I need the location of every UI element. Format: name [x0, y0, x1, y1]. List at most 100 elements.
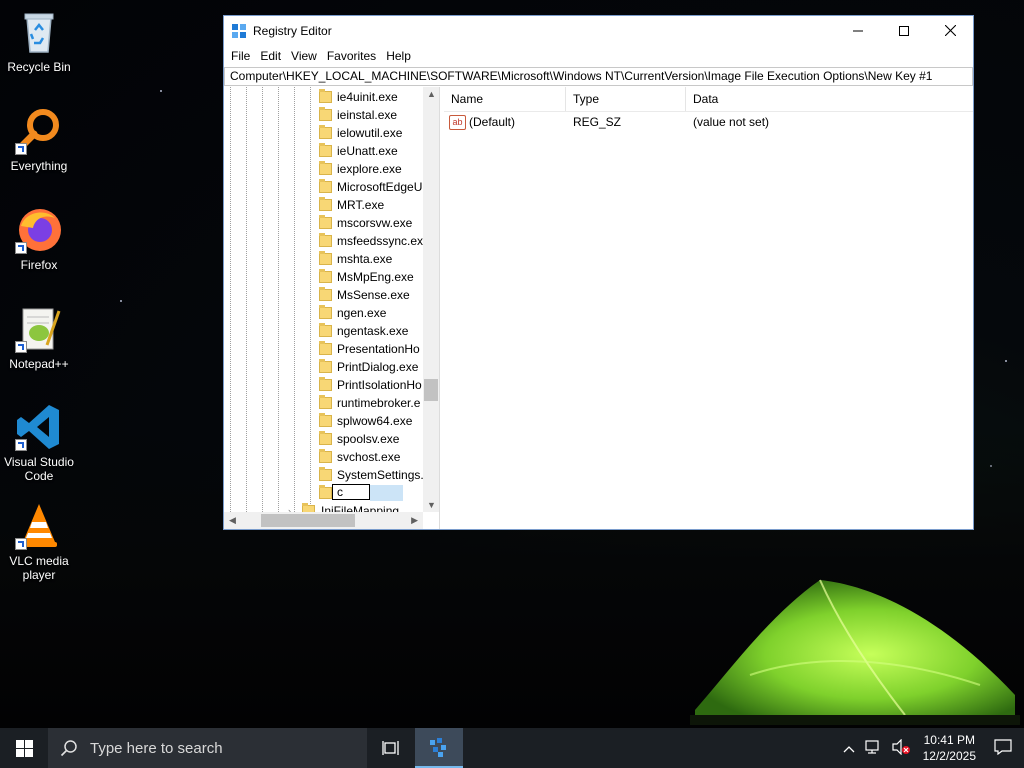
key-tree-pane: ie4uinit.exe ieinstal.exe ielowutil.exe …	[224, 87, 440, 529]
star	[1005, 360, 1007, 362]
menu-file[interactable]: File	[226, 49, 255, 63]
scroll-down-icon[interactable]: ▼	[427, 500, 436, 510]
folder-icon	[319, 107, 332, 121]
minimize-button[interactable]	[835, 16, 881, 45]
values-pane: Name Type Data ab (Default) REG_SZ (valu…	[444, 87, 973, 529]
notifications-button[interactable]	[984, 738, 1024, 758]
tree-item[interactable]: MsMpEng.exe	[224, 268, 423, 286]
desktop-icon-notepad-plus-plus[interactable]: Notepad++	[2, 305, 76, 371]
tree-item[interactable]: MsSense.exe	[224, 286, 423, 304]
taskbar-regedit-button[interactable]	[415, 728, 463, 768]
folder-icon	[319, 341, 332, 355]
desktop-icon-recycle-bin[interactable]: Recycle Bin	[2, 8, 76, 74]
tree-horizontal-scrollbar[interactable]: ◀ ▶	[224, 512, 423, 529]
desktop-icon-vlc[interactable]: VLC media player	[2, 502, 76, 582]
tree-item[interactable]: ielowutil.exe	[224, 124, 423, 142]
close-button[interactable]	[927, 16, 973, 45]
minimize-icon	[853, 30, 863, 31]
tree-item[interactable]: PresentationHo	[224, 340, 423, 358]
scroll-thumb[interactable]	[261, 514, 355, 527]
scroll-up-icon[interactable]: ▲	[427, 89, 436, 99]
column-header-name[interactable]: Name	[444, 87, 566, 111]
tree-item[interactable]: runtimebroker.e	[224, 394, 423, 412]
tree-item[interactable]: PrintDialog.exe	[224, 358, 423, 376]
folder-icon	[319, 143, 332, 157]
tree-item[interactable]: MicrosoftEdgeU	[224, 178, 423, 196]
menu-bar: File Edit View Favorites Help	[224, 45, 973, 66]
maximize-button[interactable]	[881, 16, 927, 45]
star	[160, 90, 162, 92]
menu-view[interactable]: View	[286, 49, 322, 63]
task-view-button[interactable]	[367, 728, 415, 768]
regedit-app-icon	[232, 23, 246, 38]
value-row[interactable]: ab (Default) REG_SZ (value not set)	[444, 112, 973, 132]
volume-muted-icon[interactable]	[887, 738, 915, 758]
folder-icon	[319, 359, 332, 373]
folder-icon	[319, 485, 332, 499]
tree-item-label: msfeedssync.ex	[337, 234, 423, 248]
tree-item[interactable]: ngentask.exe	[224, 322, 423, 340]
tree-item[interactable]: PrintIsolationHo	[224, 376, 423, 394]
tree-item[interactable]: › IniFileMapping	[224, 502, 423, 512]
chevron-up-icon[interactable]	[837, 741, 861, 756]
tree-item[interactable]: mshta.exe	[224, 250, 423, 268]
column-header-type[interactable]: Type	[566, 87, 686, 111]
folder-icon	[319, 233, 332, 247]
folder-icon	[319, 89, 332, 103]
address-bar[interactable]: Computer\HKEY_LOCAL_MACHINE\SOFTWARE\Mic…	[224, 67, 973, 86]
tree-item[interactable]: splwow64.exe	[224, 412, 423, 430]
menu-help[interactable]: Help	[381, 49, 416, 63]
column-header-data[interactable]: Data	[686, 87, 836, 111]
tree-item[interactable]: msfeedssync.ex	[224, 232, 423, 250]
everything-search-icon	[15, 107, 63, 155]
desktop-icon-firefox[interactable]: Firefox	[2, 206, 76, 272]
tree-item[interactable]: ngen.exe	[224, 304, 423, 322]
windows-logo-icon	[15, 739, 33, 757]
search-icon	[60, 740, 77, 757]
taskbar-search-box[interactable]: Type here to search	[48, 728, 367, 768]
taskbar-clock[interactable]: 10:41 PM 12/2/2025	[915, 732, 984, 764]
key-rename-field[interactable]: c	[332, 484, 370, 500]
task-view-icon	[382, 741, 399, 755]
desktop-icon-label: Visual Studio Code	[4, 455, 74, 483]
desktop-icon-everything[interactable]: Everything	[2, 107, 76, 173]
scroll-right-icon[interactable]: ▶	[411, 515, 418, 526]
desktop-icon-label: VLC media player	[9, 554, 69, 582]
start-button[interactable]	[0, 728, 48, 768]
title-bar[interactable]: Registry Editor	[224, 16, 973, 45]
desktop-icon-vscode[interactable]: Visual Studio Code	[2, 403, 76, 483]
folder-icon	[319, 395, 332, 409]
shortcut-arrow-icon	[15, 538, 27, 550]
tree-item-new-key[interactable]: c	[224, 484, 423, 502]
scroll-thumb[interactable]	[424, 379, 438, 401]
scroll-left-icon[interactable]: ◀	[229, 515, 236, 526]
tree-item-label: MsMpEng.exe	[337, 270, 414, 284]
menu-favorites[interactable]: Favorites	[322, 49, 381, 63]
tree-item-label: ieinstal.exe	[337, 108, 398, 122]
tree-item[interactable]: svchost.exe	[224, 448, 423, 466]
maximize-icon	[899, 25, 909, 36]
desktop-icon-label: Firefox	[20, 258, 58, 272]
folder-icon	[319, 161, 332, 175]
notifications-icon	[994, 738, 1012, 755]
tree-item[interactable]: SystemSettings.	[224, 466, 423, 484]
recycle-bin-icon	[15, 8, 63, 56]
vscode-icon	[15, 403, 63, 451]
tree-vertical-scrollbar[interactable]: ▲ ▼	[423, 87, 439, 512]
network-icon[interactable]	[861, 739, 887, 758]
taskbar: Type here to search 10:41 PM 12/2/2025	[0, 728, 1024, 768]
tree-item[interactable]: MRT.exe	[224, 196, 423, 214]
tree-item-label: splwow64.exe	[337, 414, 413, 428]
tree-item[interactable]: ieUnatt.exe	[224, 142, 423, 160]
tree-item-label: runtimebroker.e	[337, 396, 421, 410]
menu-edit[interactable]: Edit	[255, 49, 286, 63]
chevron-right-icon[interactable]: ›	[288, 502, 291, 512]
tree-item[interactable]: mscorsvw.exe	[224, 214, 423, 232]
tree-item-label: ielowutil.exe	[337, 126, 403, 140]
tree-item[interactable]: iexplore.exe	[224, 160, 423, 178]
tree-item[interactable]: spoolsv.exe	[224, 430, 423, 448]
tree-item-label: IniFileMapping	[321, 504, 400, 512]
window-title: Registry Editor	[253, 23, 332, 38]
tree-item[interactable]: ie4uinit.exe	[224, 88, 423, 106]
tree-item[interactable]: ieinstal.exe	[224, 106, 423, 124]
